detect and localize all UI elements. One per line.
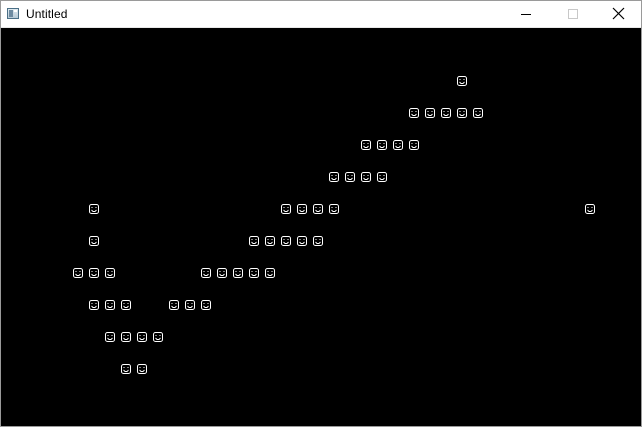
smiley-face-icon (329, 204, 339, 214)
smiley-face-icon (409, 108, 419, 118)
smiley-face-icon (473, 108, 483, 118)
smiley-face-icon (201, 268, 211, 278)
smiley-face-icon (377, 140, 387, 150)
smiley-face-icon (249, 268, 259, 278)
smiley-face-icon (457, 76, 467, 86)
smiley-face-icon (265, 268, 275, 278)
smiley-face-icon (89, 236, 99, 246)
close-button[interactable] (595, 1, 641, 27)
smiley-face-icon (217, 268, 227, 278)
smiley-face-icon (441, 108, 451, 118)
smiley-face-icon (105, 268, 115, 278)
smiley-face-icon (345, 172, 355, 182)
smiley-face-icon (425, 108, 435, 118)
smiley-face-icon (105, 300, 115, 310)
minimize-button[interactable] (503, 1, 549, 27)
smiley-face-icon (393, 140, 403, 150)
smiley-face-icon (73, 268, 83, 278)
smiley-face-icon (169, 300, 179, 310)
minimize-icon (521, 14, 531, 15)
smiley-face-icon (281, 236, 291, 246)
smiley-face-icon (105, 332, 115, 342)
smiley-face-icon (121, 364, 131, 374)
window-title: Untitled (26, 7, 68, 21)
window-bottom-edge (1, 424, 641, 426)
app-window-icon[interactable] (7, 8, 19, 19)
title-bar[interactable]: Untitled (1, 1, 641, 28)
smiley-face-icon (281, 204, 291, 214)
smiley-face-icon (89, 268, 99, 278)
smiley-face-icon (361, 140, 371, 150)
drawing-canvas[interactable] (1, 28, 641, 426)
maximize-button[interactable] (549, 1, 595, 27)
smiley-face-icon (137, 332, 147, 342)
smiley-face-icon (313, 204, 323, 214)
smiley-face-icon (121, 332, 131, 342)
smiley-face-icon (153, 332, 163, 342)
smiley-face-icon (201, 300, 211, 310)
app-window: Untitled (0, 0, 642, 427)
close-icon (612, 7, 625, 20)
smiley-face-icon (313, 236, 323, 246)
smiley-face-icon (409, 140, 419, 150)
smiley-face-icon (185, 300, 195, 310)
maximize-icon (568, 9, 578, 19)
smiley-face-icon (121, 300, 131, 310)
smiley-face-icon (361, 172, 371, 182)
smiley-face-icon (89, 204, 99, 214)
smiley-face-icon (377, 172, 387, 182)
smiley-face-icon (249, 236, 259, 246)
smiley-face-icon (137, 364, 147, 374)
smiley-face-icon (585, 204, 595, 214)
smiley-face-icon (297, 236, 307, 246)
smiley-face-icon (457, 108, 467, 118)
smiley-face-icon (297, 204, 307, 214)
smiley-face-icon (265, 236, 275, 246)
smiley-face-icon (329, 172, 339, 182)
smiley-face-icon (233, 268, 243, 278)
smiley-face-icon (89, 300, 99, 310)
